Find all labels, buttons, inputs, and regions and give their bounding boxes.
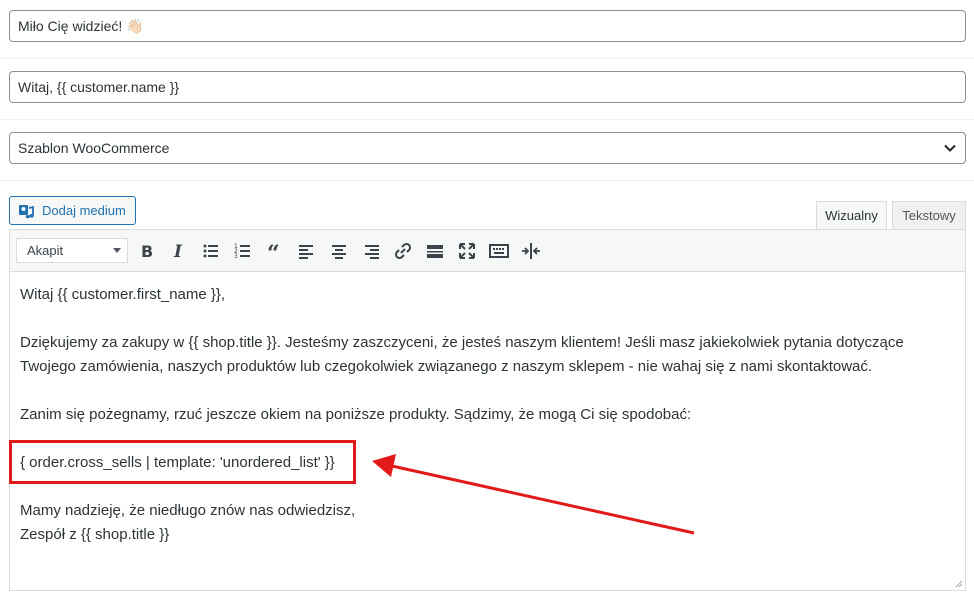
media-icon	[19, 205, 34, 219]
editor-toolbar: Akapit B I 1 2 3 “	[10, 230, 965, 272]
svg-text:“: “	[267, 241, 280, 262]
bold-button[interactable]: B	[136, 240, 158, 262]
align-left-icon	[299, 245, 313, 259]
template-select[interactable]: Szablon WooCommerce	[9, 132, 966, 164]
chevron-down-icon	[944, 144, 956, 152]
align-right-icon	[365, 245, 379, 259]
bullet-list-button[interactable]	[200, 240, 222, 262]
svg-text:B: B	[141, 242, 153, 261]
divider	[0, 180, 974, 181]
content-greeting: Witaj {{ customer.first_name }},	[20, 286, 226, 303]
divider	[0, 119, 974, 120]
numbered-list-button[interactable]: 1 2 3	[232, 240, 254, 262]
content-thanks: Dziękujemy za zakupy w {{ shop.title }}.…	[20, 334, 904, 375]
subject-field[interactable]: Witaj, {{ customer.name }}	[9, 71, 966, 103]
tab-text-label: Tekstowy	[902, 208, 956, 223]
format-select[interactable]: Akapit	[16, 238, 128, 263]
resize-handle-icon[interactable]	[954, 579, 963, 588]
highlight-box	[9, 440, 356, 484]
template-select-value: Szablon WooCommerce	[18, 140, 170, 156]
svg-text:I: I	[173, 242, 183, 262]
wysiwyg-editor: Akapit B I 1 2 3 “ Witaj {{customer.fir…	[9, 229, 966, 591]
keyboard-icon	[489, 244, 509, 258]
content-before-leaving: Zanim się pożegnamy, rzuć jeszcze okiem …	[20, 406, 692, 423]
numbered-list-icon: 1 2 3	[234, 243, 250, 260]
read-more-button[interactable]	[424, 240, 446, 262]
tab-text[interactable]: Tekstowy	[892, 201, 966, 230]
dropdown-arrow-icon	[113, 248, 121, 253]
fullscreen-icon	[459, 243, 475, 259]
tab-visual-label: Wizualny	[825, 208, 878, 223]
add-media-button[interactable]: Dodaj medium	[9, 196, 136, 225]
bold-icon: B	[141, 242, 153, 261]
align-center-icon	[332, 245, 346, 259]
divider	[0, 58, 974, 59]
add-media-label: Dodaj medium	[42, 203, 126, 218]
blockquote-icon: “	[267, 241, 280, 262]
content-hope-line: Mamy nadzieję, że niedługo znów nas odwi…	[20, 502, 356, 519]
subject-field-value: Witaj, {{ customer.name }}	[18, 79, 180, 95]
toolbar-toggle-button[interactable]	[488, 240, 510, 262]
format-select-value: Akapit	[27, 243, 64, 258]
blockquote-button[interactable]: “	[264, 240, 286, 262]
read-more-icon	[427, 245, 443, 258]
link-icon	[394, 242, 412, 260]
align-center-button[interactable]	[328, 240, 350, 262]
insert-tag-button[interactable]	[520, 240, 542, 262]
bullet-list-icon	[203, 244, 218, 258]
align-right-button[interactable]	[360, 240, 382, 262]
align-left-button[interactable]	[296, 240, 318, 262]
italic-icon: I	[173, 242, 183, 262]
content-signature: Zespół z {{ shop.title }}	[20, 526, 170, 543]
heading-field-value: Miło Cię widzieć! 👋🏻	[18, 18, 144, 34]
heading-field[interactable]: Miło Cię widzieć! 👋🏻	[9, 10, 966, 42]
svg-text:3: 3	[234, 253, 238, 260]
fullscreen-button[interactable]	[456, 240, 478, 262]
insert-link-button[interactable]	[392, 240, 414, 262]
italic-button[interactable]: I	[168, 240, 190, 262]
tab-visual[interactable]: Wizualny	[816, 201, 887, 230]
page-break-icon	[522, 243, 540, 259]
